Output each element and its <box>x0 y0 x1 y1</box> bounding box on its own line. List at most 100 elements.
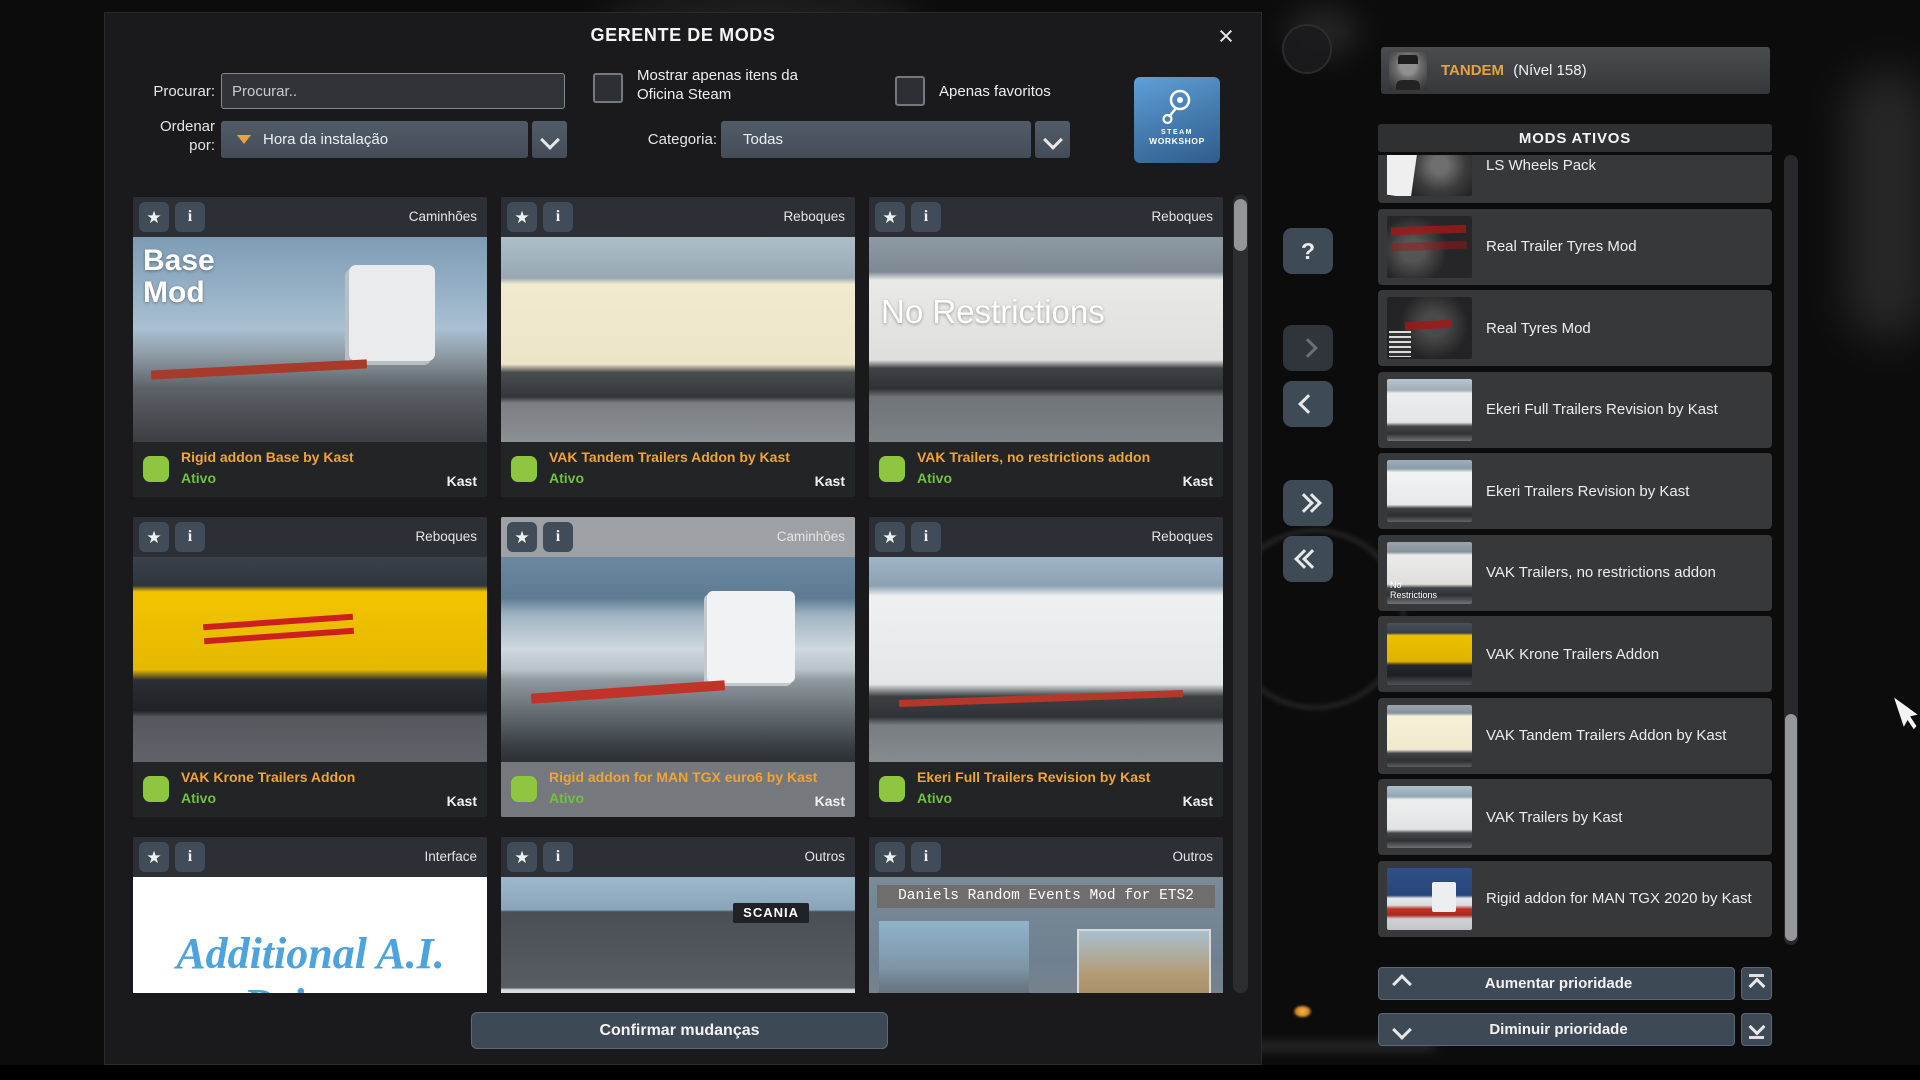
close-button[interactable]: × <box>1209 19 1243 53</box>
workshop-only-checkbox[interactable] <box>593 73 623 103</box>
move-to-bottom-button[interactable] <box>1741 1013 1772 1046</box>
mod-card[interactable]: ★ i Caminhões Base Mod Rigid addon Base … <box>133 197 487 497</box>
profile-level: (Nível 158) <box>1513 62 1586 79</box>
chevron-down-icon <box>1748 1019 1765 1036</box>
mod-status: Ativo <box>181 790 216 806</box>
favorite-star-button[interactable]: ★ <box>139 522 169 552</box>
mod-card[interactable]: ★ i Reboques VAK Krone Trailers Addon At… <box>133 517 487 817</box>
info-button[interactable]: i <box>543 522 573 552</box>
mod-thumbnail <box>501 237 855 442</box>
mod-card[interactable]: ★ i Outros SCANIA <box>501 837 855 993</box>
move-all-right-button[interactable] <box>1283 480 1333 526</box>
favorite-star-button[interactable]: ★ <box>875 202 905 232</box>
confirm-changes-label: Confirmar mudanças <box>599 1022 759 1040</box>
mod-card-header: ★ i Reboques <box>869 197 1223 237</box>
mod-card[interactable]: ★ i Outros Daniels Random Events Mod for… <box>869 837 1223 993</box>
active-mod-label: VAK Trailers, no restrictions addon <box>1486 563 1716 582</box>
info-icon: i <box>924 849 928 865</box>
active-mod-label: Ekeri Trailers Revision by Kast <box>1486 482 1689 501</box>
grid-scrollbar-thumb[interactable] <box>1234 199 1247 251</box>
mod-thumbnail <box>1387 623 1472 685</box>
active-mods-list[interactable]: LS Wheels Pack Real Trailer Tyres Mod Re… <box>1378 155 1772 945</box>
active-mod-item[interactable]: Ekeri Trailers Revision by Kast <box>1378 453 1772 529</box>
previous-page-button[interactable] <box>1283 381 1333 427</box>
favorite-star-button[interactable]: ★ <box>875 522 905 552</box>
active-mod-label: Real Tyres Mod <box>1486 319 1591 338</box>
move-to-top-button[interactable] <box>1741 967 1772 1000</box>
enabled-indicator[interactable] <box>511 776 537 802</box>
info-icon: i <box>188 849 192 865</box>
active-mods-scrollbar-thumb[interactable] <box>1785 714 1797 941</box>
thumbnail-caption: Daniels Random Events Mod for ETS2 <box>877 885 1215 908</box>
next-page-button[interactable] <box>1283 325 1333 371</box>
active-mod-item[interactable]: VAK Tandem Trailers Addon by Kast <box>1378 698 1772 774</box>
workshop-badge-text: STEAM <box>1161 129 1193 136</box>
player-profile[interactable]: TANDEM (Nível 158) <box>1381 47 1770 94</box>
info-icon: i <box>556 849 560 865</box>
favorite-star-button[interactable]: ★ <box>139 842 169 872</box>
active-mod-item[interactable]: Ekeri Full Trailers Revision by Kast <box>1378 372 1772 448</box>
mod-card[interactable]: ★ i Reboques No Restrictions VAK Trailer… <box>869 197 1223 497</box>
favorites-only-checkbox[interactable] <box>895 76 925 106</box>
mod-card[interactable]: ★ i Reboques Ekeri Full Trailers Revisio… <box>869 517 1223 817</box>
active-mod-item[interactable]: Rigid addon for MAN TGX 2020 by Kast <box>1378 861 1772 937</box>
mod-card-selected[interactable]: ★ i Caminhões Rigid addon for MAN TGX eu… <box>501 517 855 817</box>
mod-card-header: ★ i Reboques <box>133 517 487 557</box>
enabled-indicator[interactable] <box>879 456 905 482</box>
mod-author: Kast <box>447 793 477 809</box>
info-button[interactable]: i <box>543 202 573 232</box>
chevron-left-icon <box>1298 394 1318 414</box>
enabled-indicator[interactable] <box>143 456 169 482</box>
confirm-changes-button[interactable]: Confirmar mudanças <box>471 1012 888 1049</box>
favorite-star-button[interactable]: ★ <box>139 202 169 232</box>
mod-status: Ativo <box>917 790 952 806</box>
category-badge: Caminhões <box>409 197 477 237</box>
mod-card[interactable]: ★ i Reboques VAK Tandem Trailers Addon b… <box>501 197 855 497</box>
search-input[interactable] <box>221 73 565 109</box>
mod-card[interactable]: ★ i Interface Additional A.I. Drivers <box>133 837 487 993</box>
increase-priority-button[interactable]: Aumentar prioridade <box>1378 967 1735 1000</box>
category-dropdown[interactable]: Todas <box>721 121 1031 158</box>
grid-scrollbar-track[interactable] <box>1233 195 1248 993</box>
steam-workshop-button[interactable]: STEAM WORKSHOP <box>1134 77 1220 163</box>
active-mod-item[interactable]: Real Tyres Mod <box>1378 290 1772 366</box>
active-mod-item[interactable]: VAK Krone Trailers Addon <box>1378 616 1772 692</box>
category-badge: Reboques <box>1151 517 1213 557</box>
mod-card-header: ★ i Reboques <box>501 197 855 237</box>
move-all-left-button[interactable] <box>1283 536 1333 582</box>
favorite-star-button[interactable]: ★ <box>507 842 537 872</box>
info-button[interactable]: i <box>543 842 573 872</box>
info-button[interactable]: i <box>911 522 941 552</box>
thumbnail-caption: Additional A.I. Drivers <box>153 929 468 993</box>
active-mods-scrollbar-track[interactable] <box>1784 155 1798 945</box>
info-button[interactable]: i <box>175 202 205 232</box>
enabled-indicator[interactable] <box>879 776 905 802</box>
active-mod-item[interactable]: Real Trailer Tyres Mod <box>1378 209 1772 285</box>
active-mod-item[interactable]: VAK Trailers by Kast <box>1378 779 1772 855</box>
sort-value: Hora da instalação <box>263 131 388 148</box>
mod-thumbnail <box>501 557 855 762</box>
info-button[interactable]: i <box>911 202 941 232</box>
help-button[interactable]: ? <box>1283 228 1333 274</box>
double-chevron-left-icon <box>1300 552 1316 566</box>
enabled-indicator[interactable] <box>511 456 537 482</box>
favorite-star-button[interactable]: ★ <box>507 202 537 232</box>
enabled-indicator[interactable] <box>143 776 169 802</box>
star-icon: ★ <box>146 529 161 546</box>
active-mod-item[interactable]: No Restrictions VAK Trailers, no restric… <box>1378 535 1772 611</box>
info-button[interactable]: i <box>175 842 205 872</box>
star-icon: ★ <box>146 209 161 226</box>
info-button[interactable]: i <box>911 842 941 872</box>
thumbnail-caption: No Restrictions <box>1390 580 1450 600</box>
sort-dropdown-button[interactable] <box>532 121 567 158</box>
category-dropdown-button[interactable] <box>1035 121 1070 158</box>
favorite-star-button[interactable]: ★ <box>875 842 905 872</box>
sort-dropdown[interactable]: Hora da instalação <box>221 121 528 158</box>
info-icon: i <box>556 529 560 545</box>
favorite-star-button[interactable]: ★ <box>507 522 537 552</box>
active-mod-item[interactable]: LS Wheels Pack <box>1378 155 1772 203</box>
mouse-cursor <box>1894 692 1920 733</box>
decrease-priority-button[interactable]: Diminuir prioridade <box>1378 1013 1735 1046</box>
info-button[interactable]: i <box>175 522 205 552</box>
category-label: Categoria: <box>565 125 717 155</box>
